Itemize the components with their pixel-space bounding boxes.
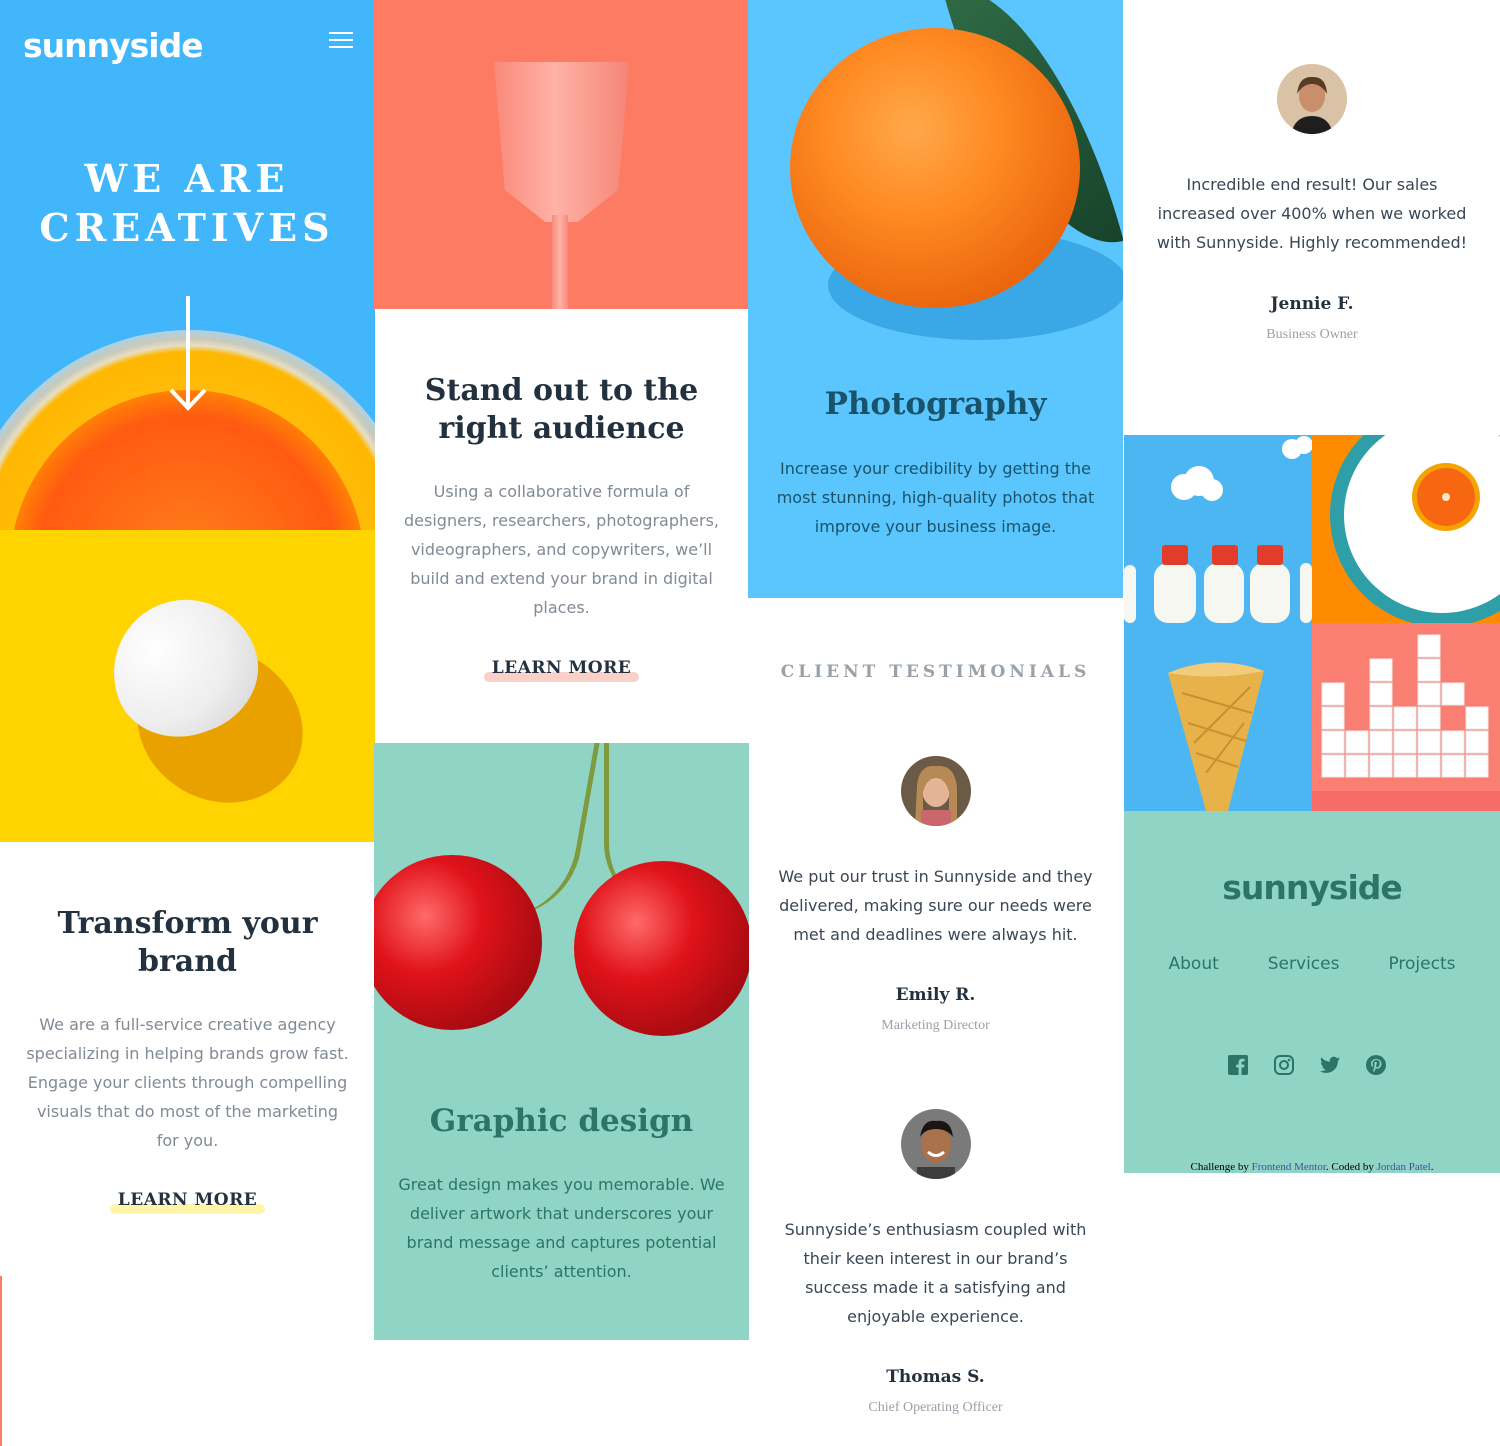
transform-cta-wrap: LEARN MORE bbox=[0, 1190, 375, 1214]
edge-accent bbox=[0, 1276, 2, 1446]
orange-image bbox=[790, 28, 1080, 308]
twitter-icon[interactable] bbox=[1320, 1055, 1340, 1075]
column-3: Photography Increase your credibility by… bbox=[748, 0, 1123, 1446]
column-4: Incredible end result! Our sales increas… bbox=[1124, 0, 1500, 1446]
frontend-mentor-link[interactable]: Frontend Mentor bbox=[1252, 1161, 1326, 1173]
testimonials-label: CLIENT TESTIMONIALS bbox=[780, 662, 1091, 682]
photography-card: Photography Increase your credibility by… bbox=[748, 0, 1123, 598]
author-link[interactable]: Jordan Patel bbox=[1377, 1161, 1431, 1173]
standout-learn-more-link[interactable]: LEARN MORE bbox=[483, 658, 640, 682]
footer-nav: About Services Projects bbox=[1124, 954, 1500, 974]
avatar bbox=[1277, 64, 1347, 134]
footer-nav-about[interactable]: About bbox=[1169, 954, 1219, 974]
hero-title: WE ARE CREATIVES bbox=[0, 154, 374, 252]
testimonial-role: Business Owner bbox=[1266, 327, 1358, 342]
graphic-design-card: Graphic design Great design makes you me… bbox=[374, 743, 749, 1340]
footer: sunnyside About Services Projects Challe… bbox=[1124, 811, 1500, 1173]
egg-image-block bbox=[0, 530, 375, 842]
hamburger-icon[interactable] bbox=[329, 32, 353, 50]
attribution-middle: . Coded by bbox=[1325, 1161, 1374, 1173]
column-2: Stand out to the right audience Using a … bbox=[374, 0, 749, 1446]
column-1: sunnyside WE ARE CREATIVES Transform you… bbox=[0, 0, 375, 1446]
testimonial-quote: Incredible end result! Our sales increas… bbox=[1156, 175, 1468, 252]
gallery-milk-bottles bbox=[1124, 435, 1312, 623]
gallery-ice-cream-cone bbox=[1124, 623, 1312, 811]
attribution: Challenge by Frontend Mentor. Coded by J… bbox=[1124, 1161, 1500, 1173]
transform-title: Transform your brand bbox=[57, 906, 318, 979]
site-logo[interactable]: sunnyside bbox=[23, 26, 204, 65]
testimonial-name: Jennie F. bbox=[1270, 294, 1354, 314]
footer-nav-projects[interactable]: Projects bbox=[1388, 954, 1455, 974]
glass-stem-image bbox=[552, 215, 568, 309]
avatar-jennie-image bbox=[1277, 64, 1347, 134]
glass-image-block bbox=[374, 0, 749, 309]
cherry-image bbox=[574, 861, 749, 1036]
testimonial-role: Marketing Director bbox=[881, 1018, 990, 1033]
transform-title-block: Transform your brand bbox=[0, 905, 375, 981]
social-links bbox=[1228, 1055, 1386, 1075]
standout-cta-wrap: LEARN MORE bbox=[374, 658, 749, 682]
pinterest-icon[interactable] bbox=[1366, 1055, 1386, 1075]
transform-learn-more-link[interactable]: LEARN MORE bbox=[109, 1190, 266, 1214]
cherry-image bbox=[374, 855, 542, 1030]
photography-title: Photography bbox=[824, 386, 1047, 422]
testimonial-name: Thomas S. bbox=[886, 1367, 985, 1387]
gallery-sugar-cubes bbox=[1312, 623, 1500, 811]
footer-logo[interactable]: sunnyside bbox=[1124, 868, 1500, 907]
standout-title: Stand out to the right audience bbox=[424, 373, 699, 446]
transform-learn-more-label: LEARN MORE bbox=[117, 1190, 258, 1210]
standout-title-block: Stand out to the right audience bbox=[374, 372, 749, 448]
testimonial-name: Emily R. bbox=[895, 985, 976, 1005]
transform-text: We are a full-service creative agency sp… bbox=[26, 1015, 349, 1150]
gallery-orange-plate bbox=[1312, 435, 1500, 623]
photography-text: Increase your credibility by getting the… bbox=[776, 459, 1095, 536]
testimonial-role: Chief Operating Officer bbox=[868, 1400, 1003, 1415]
testimonial-quote: Sunnyside’s enthusiasm coupled with thei… bbox=[784, 1220, 1087, 1326]
hero-title-line-1: WE ARE bbox=[84, 156, 290, 201]
graphic-design-title: Graphic design bbox=[429, 1103, 694, 1139]
hero-title-line-2: CREATIVES bbox=[39, 205, 335, 250]
arrow-down-icon bbox=[169, 296, 207, 411]
hero-section: sunnyside WE ARE CREATIVES bbox=[0, 0, 375, 530]
footer-nav-services[interactable]: Services bbox=[1268, 954, 1340, 974]
instagram-icon[interactable] bbox=[1274, 1055, 1294, 1075]
standout-learn-more-label: LEARN MORE bbox=[491, 658, 632, 678]
avatar bbox=[901, 1109, 971, 1179]
facebook-icon[interactable] bbox=[1228, 1055, 1248, 1075]
avatar bbox=[901, 756, 971, 826]
attribution-prefix: Challenge by bbox=[1190, 1161, 1249, 1173]
avatar-thomas-image bbox=[901, 1109, 971, 1179]
testimonial-quote: We put our trust in Sunnyside and they d… bbox=[778, 867, 1093, 944]
graphic-design-text: Great design makes you memorable. We del… bbox=[398, 1175, 725, 1281]
avatar-emily-image bbox=[901, 756, 971, 826]
attribution-suffix: . bbox=[1430, 1161, 1434, 1173]
standout-text: Using a collaborative formula of designe… bbox=[404, 482, 719, 617]
glass-cup-image bbox=[494, 62, 629, 222]
